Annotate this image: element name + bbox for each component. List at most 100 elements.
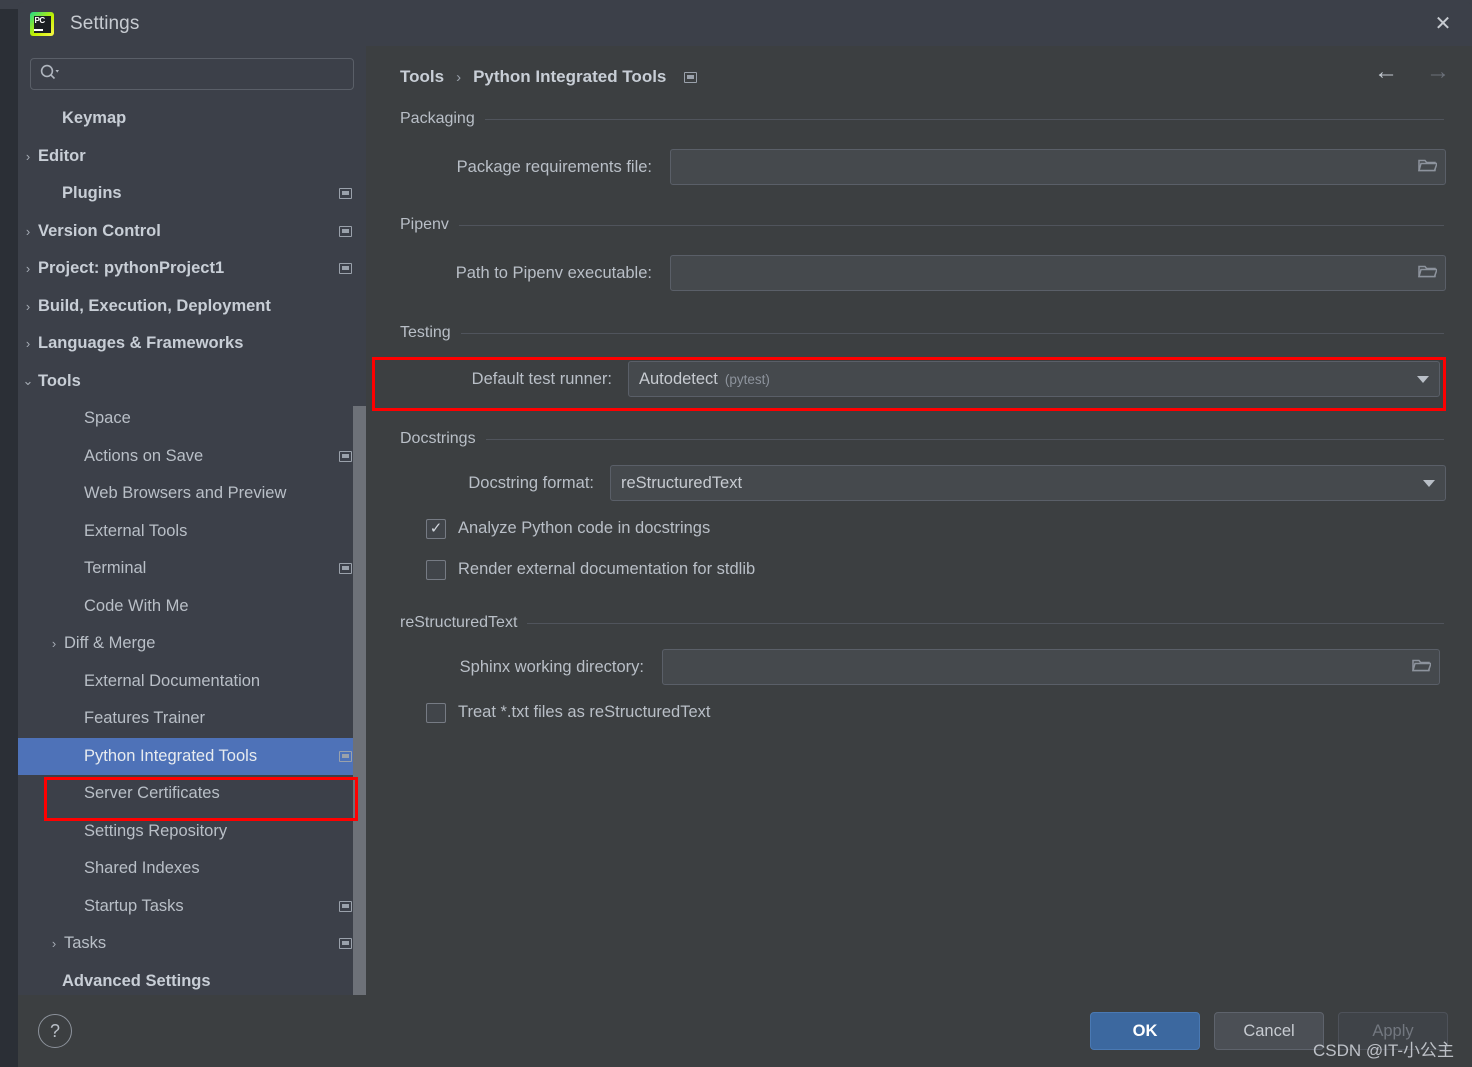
checkbox-label: Render external documentation for stdlib xyxy=(458,560,756,578)
settings-link-badge-icon[interactable] xyxy=(339,900,352,912)
sidebar-item-tasks[interactable]: › Tasks xyxy=(18,925,366,963)
default-test-runner-dropdown[interactable]: Autodetect (pytest) xyxy=(628,361,1440,397)
sidebar-item-label: Diff & Merge xyxy=(64,634,156,653)
settings-content: Tools › Python Integrated Tools ← → Pack… xyxy=(366,46,1472,995)
chevron-down-icon[interactable]: ⌄ xyxy=(18,373,38,389)
sidebar-item-label: Version Control xyxy=(38,221,161,240)
sidebar-item-shared-indexes[interactable]: Shared Indexes xyxy=(18,850,366,888)
settings-link-badge-icon[interactable] xyxy=(684,71,698,83)
sidebar-item-web-browsers-and-preview[interactable]: Web Browsers and Preview xyxy=(18,475,366,513)
search-box[interactable] xyxy=(30,58,354,90)
field-label: Package requirements file: xyxy=(456,157,652,176)
folder-icon[interactable] xyxy=(1411,657,1433,678)
back-arrow-icon[interactable]: ← xyxy=(1374,60,1398,84)
sidebar-item-label: Editor xyxy=(38,146,86,165)
sidebar-item-python-integrated-tools[interactable]: Python Integrated Tools xyxy=(18,737,366,775)
folder-icon[interactable] xyxy=(1417,157,1439,178)
section-testing: Testing Default test runner: Autodetect … xyxy=(372,324,1446,411)
sidebar-item-label: Code With Me xyxy=(84,596,189,615)
section-header-testing: Testing xyxy=(394,324,1446,342)
dropdown-value-wrap: Autodetect (pytest) xyxy=(639,370,1417,389)
sidebar-scrollbar[interactable] xyxy=(353,406,366,1039)
chevron-right-icon[interactable]: › xyxy=(44,636,64,651)
sidebar-item-label: Startup Tasks xyxy=(84,896,184,915)
checkbox-render-external-docs[interactable]: Render external documentation for stdlib xyxy=(394,549,1446,590)
section-divider xyxy=(527,622,1444,624)
forward-arrow-icon[interactable]: → xyxy=(1426,60,1450,84)
chevron-right-icon[interactable]: › xyxy=(18,261,38,276)
chevron-right-icon[interactable]: › xyxy=(18,336,38,351)
breadcrumb-current: Python Integrated Tools xyxy=(473,67,667,86)
sidebar-item-startup-tasks[interactable]: Startup Tasks xyxy=(18,888,366,926)
docstring-format-dropdown[interactable]: reStructuredText xyxy=(610,465,1446,501)
sphinx-working-directory-input[interactable] xyxy=(662,649,1440,685)
settings-link-badge-icon[interactable] xyxy=(339,938,352,950)
sidebar-item-actions-on-save[interactable]: Actions on Save xyxy=(18,438,366,476)
sidebar-item-plugins[interactable]: Plugins xyxy=(18,175,366,213)
ok-button[interactable]: OK xyxy=(1090,1012,1200,1050)
section-header-docstrings: Docstrings xyxy=(394,430,1446,448)
sidebar-item-label: Server Certificates xyxy=(84,784,220,803)
field-default-test-runner: Default test runner: Autodetect (pytest) xyxy=(394,354,1446,404)
sidebar-item-advanced-settings[interactable]: Advanced Settings xyxy=(18,963,366,996)
sidebar-item-build-execution-deployment[interactable]: › Build, Execution, Deployment xyxy=(18,288,366,326)
settings-link-badge-icon[interactable] xyxy=(339,263,352,275)
settings-link-badge-icon[interactable] xyxy=(339,225,352,237)
checkbox-label: Analyze Python code in docstrings xyxy=(458,519,711,537)
sidebar-item-editor[interactable]: › Editor xyxy=(18,138,366,176)
section-pipenv: Pipenv Path to Pipenv executable: xyxy=(394,216,1446,298)
sidebar-item-label: Advanced Settings xyxy=(62,971,211,990)
sidebar-item-label: Plugins xyxy=(62,184,122,203)
checkbox-box[interactable] xyxy=(426,702,446,723)
sidebar-item-code-with-me[interactable]: Code With Me xyxy=(18,588,366,626)
section-divider xyxy=(458,224,1444,226)
section-packaging: Packaging Package requirements file: xyxy=(394,110,1446,192)
breadcrumb-parent[interactable]: Tools xyxy=(400,67,444,87)
search-icon xyxy=(39,63,59,86)
settings-link-badge-icon[interactable] xyxy=(339,188,352,200)
package-requirements-input[interactable] xyxy=(670,149,1446,185)
sidebar-item-external-documentation[interactable]: External Documentation xyxy=(18,663,366,701)
sidebar-item-label: Tools xyxy=(38,371,81,390)
settings-link-badge-icon[interactable] xyxy=(339,750,352,762)
breadcrumb-separator-icon: › xyxy=(456,68,462,86)
sidebar-item-project-pythonproject1[interactable]: › Project: pythonProject1 xyxy=(18,250,366,288)
sidebar-item-keymap[interactable]: Keymap xyxy=(18,100,366,138)
settings-link-badge-icon[interactable] xyxy=(339,450,352,462)
chevron-down-icon[interactable] xyxy=(1417,375,1429,383)
chevron-right-icon[interactable]: › xyxy=(44,936,64,951)
close-icon[interactable]: ✕ xyxy=(1428,10,1458,38)
chevron-right-icon[interactable]: › xyxy=(18,299,38,314)
search-input[interactable] xyxy=(59,66,345,82)
checkbox-treat-txt-as-rst[interactable]: Treat *.txt files as reStructuredText xyxy=(394,692,1446,733)
chevron-right-icon[interactable]: › xyxy=(18,224,38,239)
sidebar-item-languages-frameworks[interactable]: › Languages & Frameworks xyxy=(18,325,366,363)
sidebar-item-label: Features Trainer xyxy=(84,709,206,728)
folder-icon[interactable] xyxy=(1417,263,1439,284)
pipenv-executable-input[interactable] xyxy=(670,255,1446,291)
section-divider xyxy=(460,332,1444,334)
sidebar-item-version-control[interactable]: › Version Control xyxy=(18,213,366,251)
sidebar-item-tools[interactable]: ⌄ Tools xyxy=(18,363,366,401)
check-icon: ✓ xyxy=(429,520,443,537)
sidebar-item-space[interactable]: Space xyxy=(18,400,366,438)
sidebar-item-terminal[interactable]: Terminal xyxy=(18,550,366,588)
settings-link-badge-icon[interactable] xyxy=(339,563,352,575)
chevron-down-icon[interactable] xyxy=(1423,479,1435,487)
sidebar-item-server-certificates[interactable]: Server Certificates xyxy=(18,775,366,813)
sidebar-item-label: Shared Indexes xyxy=(84,859,200,878)
help-button[interactable]: ? xyxy=(38,1014,72,1048)
checkbox-box[interactable] xyxy=(426,559,446,580)
sidebar-item-external-tools[interactable]: External Tools xyxy=(18,513,366,551)
settings-tree[interactable]: Keymap › Editor Plugins › Version Control › Pro… xyxy=(18,98,366,995)
sidebar-item-features-trainer[interactable]: Features Trainer xyxy=(18,700,366,738)
sidebar-item-label: Keymap xyxy=(62,109,127,128)
cancel-button[interactable]: Cancel xyxy=(1214,1012,1324,1050)
checkbox-analyze-python-code[interactable]: ✓ Analyze Python code in docstrings xyxy=(394,508,1446,549)
checkbox-box[interactable]: ✓ xyxy=(426,518,446,539)
sidebar-item-diff-merge[interactable]: › Diff & Merge xyxy=(18,625,366,663)
dropdown-value: Autodetect xyxy=(639,369,718,388)
sidebar-item-settings-repository[interactable]: Settings Repository xyxy=(18,813,366,851)
settings-sidebar: Keymap › Editor Plugins › Version Control › Pro… xyxy=(18,46,366,1039)
chevron-right-icon[interactable]: › xyxy=(18,149,38,164)
